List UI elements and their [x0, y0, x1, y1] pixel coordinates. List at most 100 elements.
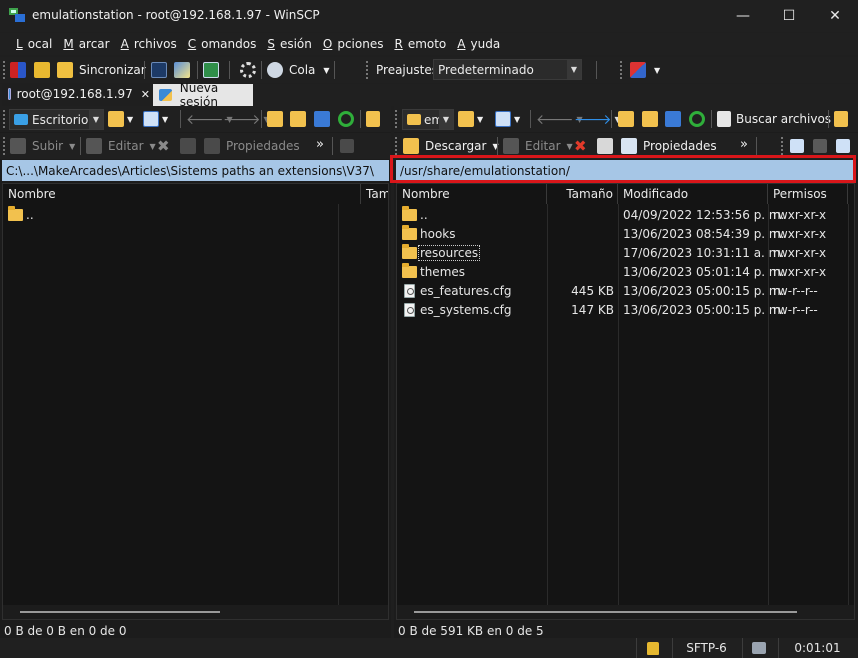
console-button[interactable]	[151, 59, 167, 81]
maximize-button[interactable]: ☐	[766, 0, 812, 32]
toolbar-grip[interactable]	[3, 61, 7, 79]
local-refresh-button[interactable]	[338, 108, 354, 130]
preferences-button[interactable]	[240, 59, 256, 81]
file-row[interactable]: ..	[3, 206, 388, 225]
local-toolbar-overflow[interactable]: »	[316, 133, 324, 155]
tab-new-session[interactable]: Nueva sesión	[153, 81, 253, 109]
menu-remoto[interactable]: Remoto	[391, 37, 446, 51]
file-row[interactable]: hooks 13/06/2023 08:54:39 p. m. rwxr-xr-…	[397, 225, 854, 244]
local-open-dir-button[interactable]: ▼	[108, 108, 133, 130]
column-header-owner[interactable]: P	[848, 184, 854, 204]
remote-home-button[interactable]	[665, 108, 681, 130]
remote-horizontal-scrollbar[interactable]	[397, 605, 854, 619]
tab-session[interactable]: root@192.168.1.97 ✕	[2, 84, 150, 106]
local-bookmarks-button[interactable]	[366, 108, 380, 130]
folder-icon	[402, 244, 417, 259]
local-drive-dropdown[interactable]: Escritorio ▼	[9, 109, 104, 130]
remote-open-dir-button[interactable]: ▼	[458, 108, 483, 130]
toolbar-grip[interactable]	[395, 110, 399, 128]
queue-button[interactable]: Cola ▼	[267, 59, 330, 81]
presets-dropdown[interactable]: Predeterminado ▼	[433, 59, 582, 80]
select-files-button[interactable]	[790, 135, 804, 157]
sessions-button[interactable]: ▼	[630, 59, 660, 81]
column-header-modified[interactable]: Modificado	[618, 184, 768, 204]
toolbar-grip[interactable]	[3, 110, 7, 128]
remote-edit-button[interactable]: Editar ▼	[503, 135, 573, 157]
toolbar-grip[interactable]	[3, 137, 7, 155]
remote-properties-button[interactable]: Propiedades	[621, 135, 717, 157]
local-new-button[interactable]	[340, 135, 354, 157]
toolbar-grip[interactable]	[620, 61, 624, 79]
putty-button[interactable]	[174, 59, 190, 81]
local-file-list[interactable]: Nombre ⌃ Tama ..	[2, 183, 389, 620]
remote-parent-dir-button[interactable]	[618, 108, 634, 130]
toolbar-grip[interactable]	[395, 137, 399, 155]
menu-comandos[interactable]: Comandos	[185, 37, 257, 51]
remote-filter-button[interactable]: ▼	[495, 108, 520, 130]
file-row[interactable]: es_features.cfg 445 KB 13/06/2023 05:00:…	[397, 282, 854, 301]
local-parent-dir-button[interactable]	[267, 108, 283, 130]
remote-bookmarks-button[interactable]	[834, 108, 848, 130]
menu-local[interactable]: Local	[13, 37, 52, 51]
local-root-dir-button[interactable]	[290, 108, 306, 130]
tab-session-label: root@192.168.1.97	[16, 87, 133, 101]
local-properties-button[interactable]: Propiedades	[204, 135, 300, 157]
minimize-button[interactable]: —	[720, 0, 766, 32]
bookmark-folder-icon	[834, 111, 848, 127]
toolbar-separator	[197, 61, 198, 79]
file-row[interactable]: .. 04/09/2022 12:53:56 p. m. rwxr-xr-x r	[397, 206, 854, 225]
remote-file-list[interactable]: Nombre ⌃ Tamaño Modificado Permisos P ..…	[396, 183, 855, 620]
compare-dirs-button[interactable]	[10, 59, 26, 81]
local-delete-button[interactable]: ✖	[157, 135, 170, 157]
scrollbar-thumb[interactable]	[20, 611, 220, 613]
download-button[interactable]: Descargar ▼	[403, 135, 499, 157]
synchronize-button[interactable]: Sincronizar	[57, 59, 146, 81]
new-icon	[340, 139, 354, 153]
file-name: ..	[420, 208, 428, 222]
remote-forward-button[interactable]: 🡒▼	[574, 108, 621, 130]
file-row[interactable]: themes 13/06/2023 05:01:14 p. m. rwxr-xr…	[397, 263, 854, 282]
file-row[interactable]: es_systems.cfg 147 KB 13/06/2023 05:00:1…	[397, 301, 854, 320]
toolbar-separator	[530, 110, 531, 128]
local-filter-button[interactable]: ▼	[143, 108, 168, 130]
menu-ayuda[interactable]: Ayuda	[454, 37, 500, 51]
column-header-permissions[interactable]: Permisos	[768, 184, 848, 204]
sync-browse-button[interactable]	[34, 59, 50, 81]
upload-button[interactable]: Subir ▼	[10, 135, 75, 157]
remote-root-dir-button[interactable]	[642, 108, 658, 130]
local-edit-button[interactable]: Editar ▼	[86, 135, 156, 157]
file-row[interactable]: resources 17/06/2023 10:31:11 a. m. rwxr…	[397, 244, 854, 263]
column-header-size[interactable]: Tamaño	[547, 184, 618, 204]
menu-marcar[interactable]: Marcar	[60, 37, 109, 51]
delete-icon: ✖	[574, 137, 587, 155]
path-highlight-box	[390, 155, 856, 183]
close-tab-icon[interactable]: ✕	[141, 88, 150, 101]
toolbar-grip[interactable]	[781, 137, 785, 155]
local-forward-button[interactable]: 🡒▼	[223, 108, 270, 130]
column-header-size[interactable]: Tama	[361, 184, 388, 204]
find-files-button[interactable]: Buscar archivos	[717, 108, 831, 130]
remote-refresh-button[interactable]	[689, 108, 705, 130]
remote-rename-button[interactable]	[597, 135, 613, 157]
remote-drive-dropdown[interactable]: em ▼	[402, 109, 454, 130]
scrollbar-thumb[interactable]	[414, 611, 797, 613]
local-home-button[interactable]	[314, 108, 330, 130]
unselect-files-button[interactable]	[813, 135, 827, 157]
transfer-button[interactable]	[203, 59, 219, 81]
remote-delete-button[interactable]: ✖	[574, 135, 587, 157]
toolbar-grip[interactable]	[366, 61, 370, 79]
file-modified: 13/06/2023 05:00:15 p. m.	[623, 284, 785, 298]
local-path-bar[interactable]: C:\...\MakeArcades\Articles\Sistems path…	[2, 160, 389, 181]
filter-icon	[836, 139, 850, 153]
local-edit-label: Editar	[108, 139, 144, 153]
local-rename-button[interactable]	[180, 135, 196, 157]
column-header-name[interactable]: Nombre	[3, 184, 361, 204]
menu-opciones[interactable]: Opciones	[320, 37, 384, 51]
local-horizontal-scrollbar[interactable]	[3, 605, 388, 619]
remote-toolbar-overflow[interactable]: »	[740, 133, 748, 155]
filter-select-button[interactable]	[836, 135, 850, 157]
menu-sesion[interactable]: Sesión	[264, 37, 312, 51]
menu-archivos[interactable]: Archivos	[118, 37, 177, 51]
folder-icon	[402, 225, 417, 240]
close-button[interactable]: ✕	[812, 0, 858, 32]
